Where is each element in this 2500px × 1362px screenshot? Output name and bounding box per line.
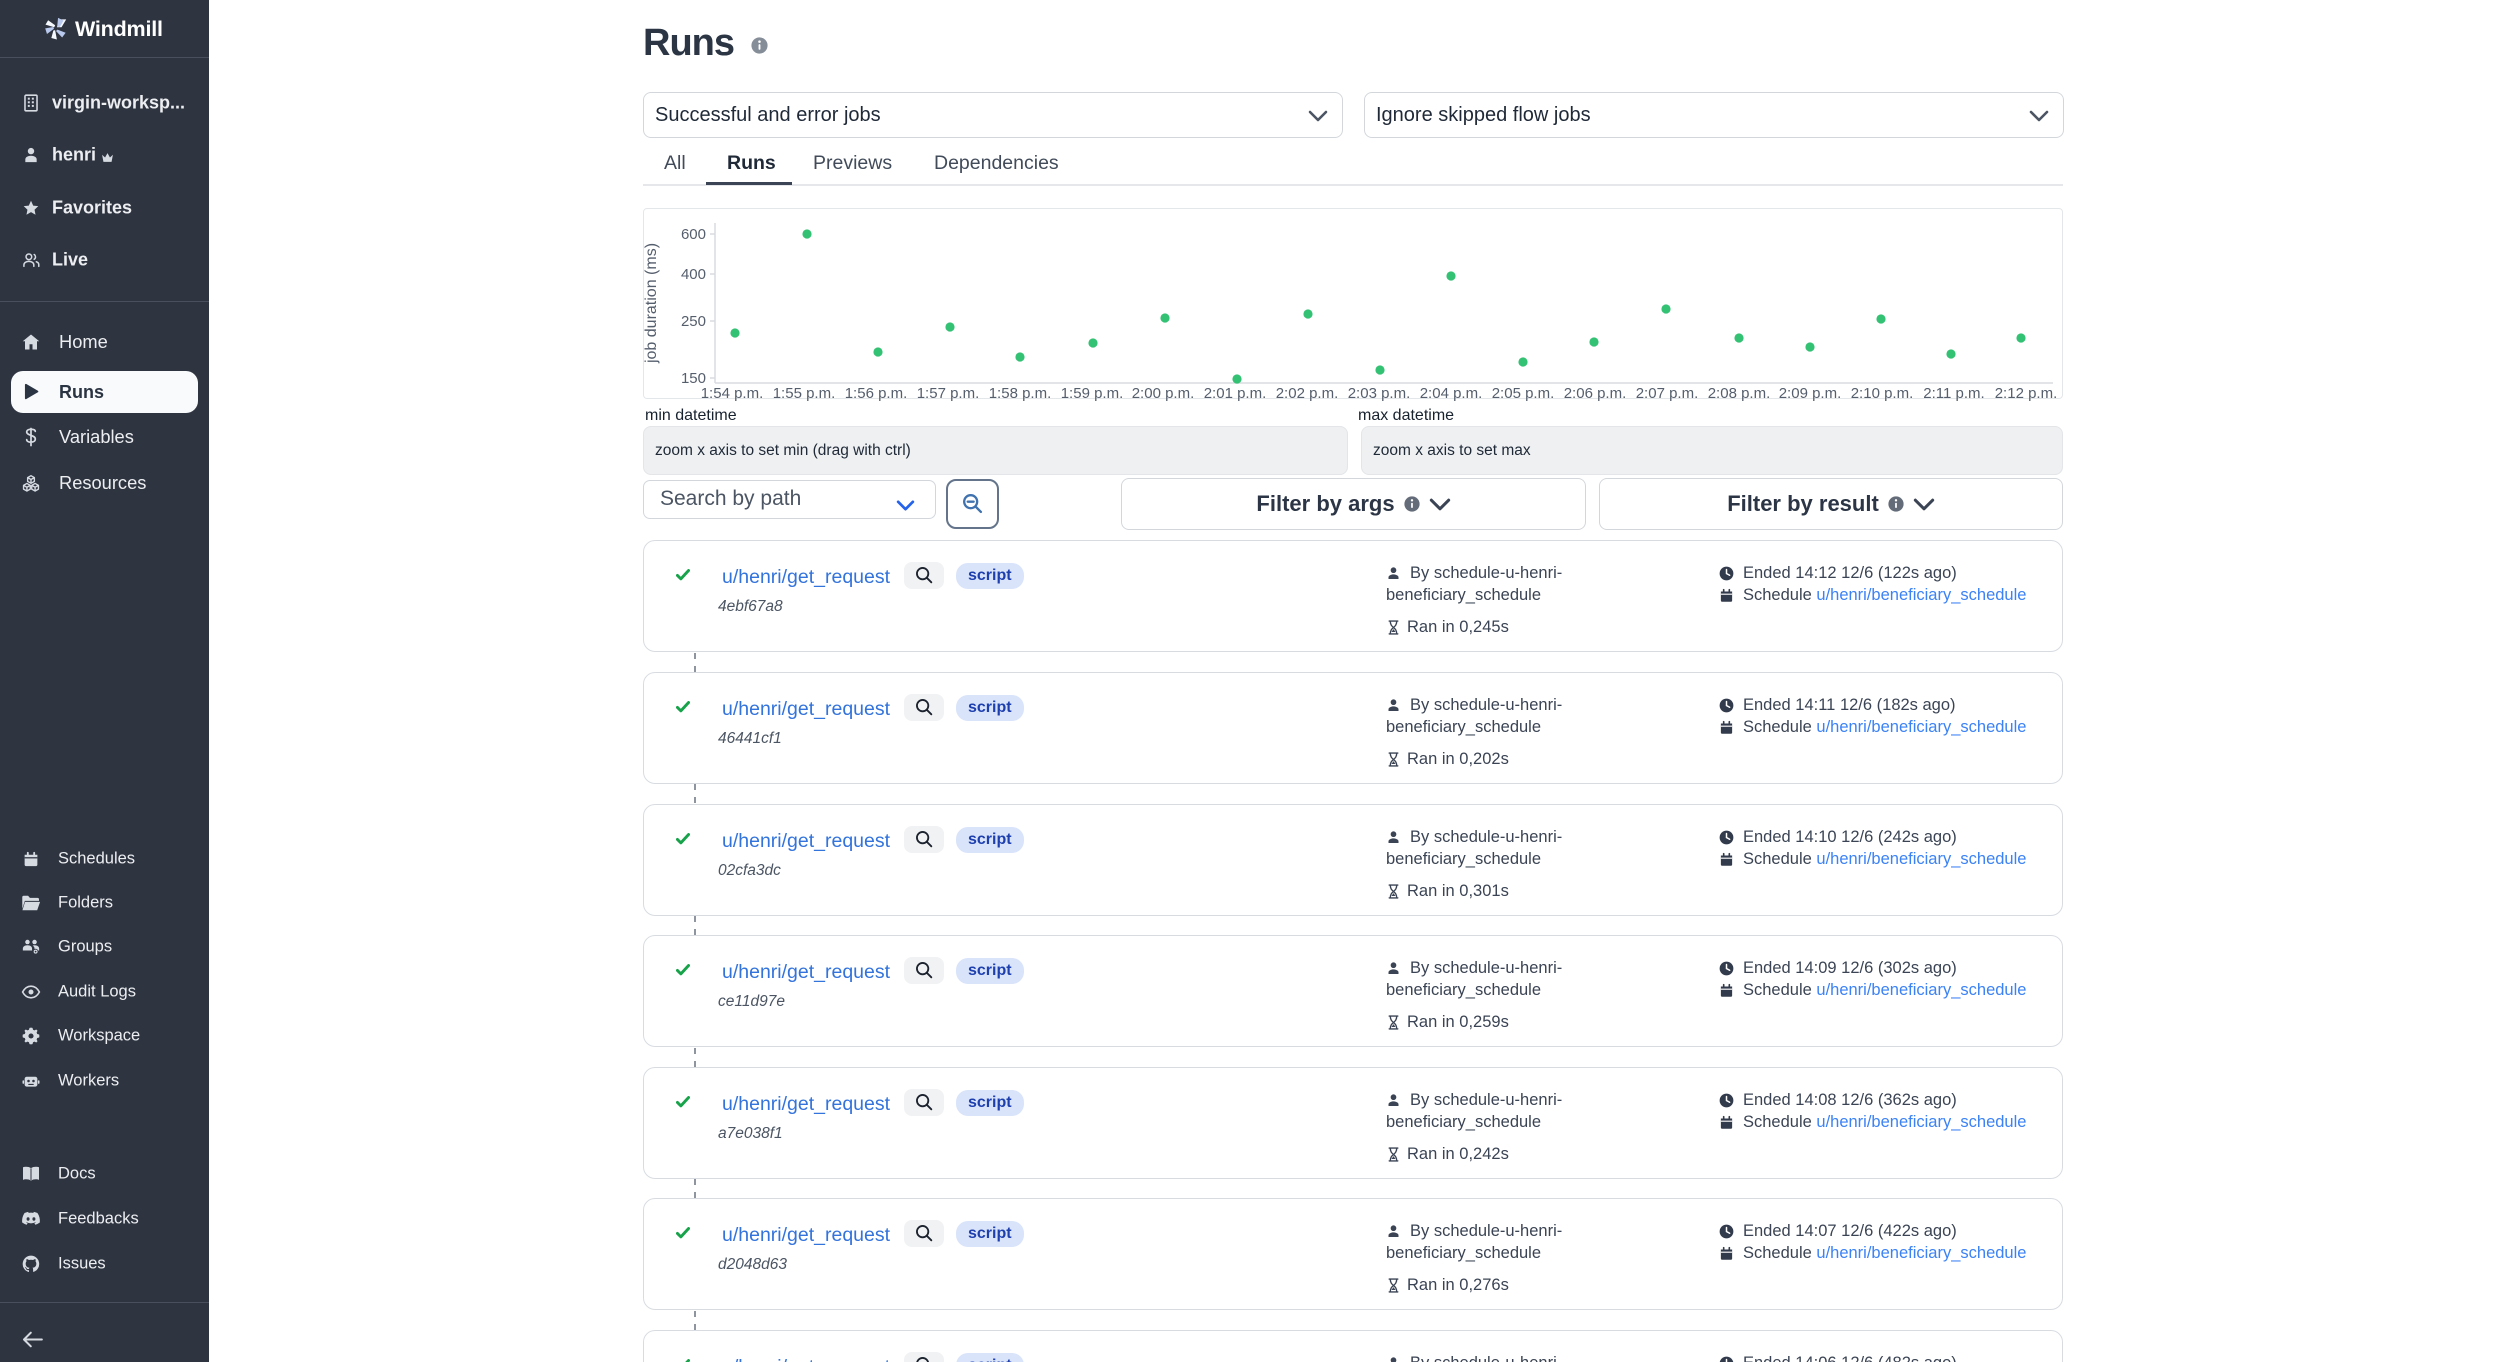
svg-text:2:08 p.m.: 2:08 p.m. <box>1708 385 1771 402</box>
svg-text:2:04 p.m.: 2:04 p.m. <box>1420 385 1483 402</box>
svg-text:400: 400 <box>681 266 706 283</box>
svg-text:2:11 p.m.: 2:11 p.m. <box>1923 385 1984 402</box>
svg-text:2:12 p.m.: 2:12 p.m. <box>1995 385 2058 402</box>
svg-text:1:59 p.m.: 1:59 p.m. <box>1061 385 1124 402</box>
svg-text:2:03 p.m.: 2:03 p.m. <box>1348 385 1411 402</box>
svg-text:1:54 p.m.: 1:54 p.m. <box>701 385 764 402</box>
svg-text:1:56 p.m.: 1:56 p.m. <box>845 385 908 402</box>
svg-text:250: 250 <box>681 313 706 330</box>
svg-text:1:55 p.m.: 1:55 p.m. <box>773 385 836 402</box>
svg-text:2:02 p.m.: 2:02 p.m. <box>1276 385 1339 402</box>
svg-text:600: 600 <box>681 226 706 243</box>
svg-text:2:00 p.m.: 2:00 p.m. <box>1132 385 1195 402</box>
svg-text:2:01 p.m.: 2:01 p.m. <box>1204 385 1267 402</box>
svg-text:2:07 p.m.: 2:07 p.m. <box>1636 385 1699 402</box>
svg-text:2:06 p.m.: 2:06 p.m. <box>1564 385 1627 402</box>
svg-text:1:58 p.m.: 1:58 p.m. <box>989 385 1052 402</box>
svg-text:2:10 p.m.: 2:10 p.m. <box>1851 385 1914 402</box>
svg-text:2:05 p.m.: 2:05 p.m. <box>1492 385 1555 402</box>
svg-text:2:09 p.m.: 2:09 p.m. <box>1779 385 1842 402</box>
svg-text:1:57 p.m.: 1:57 p.m. <box>917 385 980 402</box>
